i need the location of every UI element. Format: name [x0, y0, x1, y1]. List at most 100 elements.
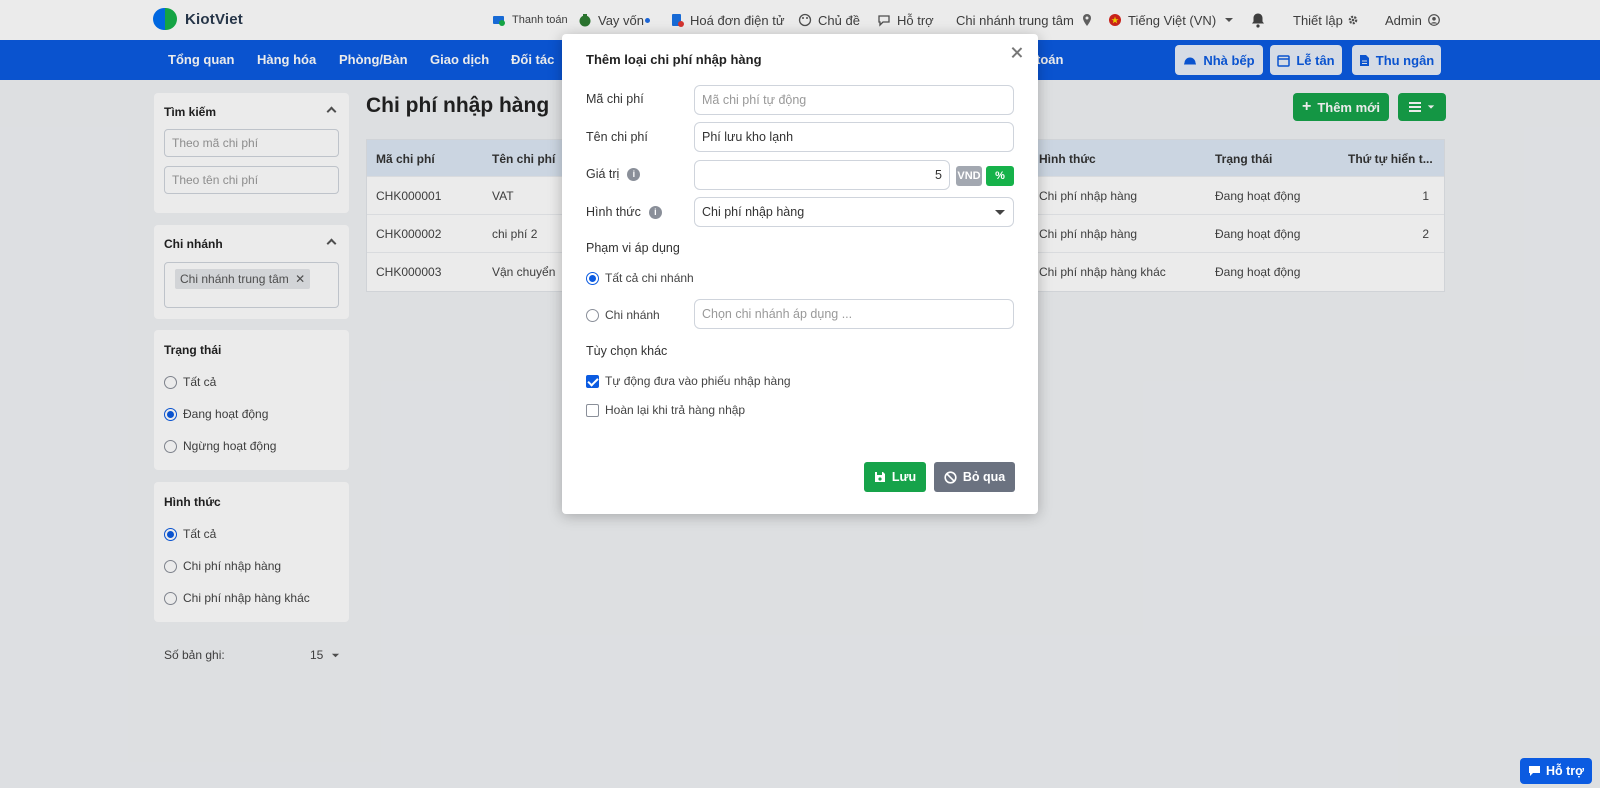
form-option-other-import-cost[interactable]: Chi phí nhập hàng khác — [164, 591, 310, 605]
location-pin-icon — [1082, 14, 1091, 26]
gear-icon — [1348, 15, 1358, 25]
money-bag-icon — [579, 14, 591, 27]
branch-panel-title: Chi nhánh — [164, 237, 223, 251]
table-cell: CHK000002 — [376, 227, 442, 241]
cost-name-label-text: Tên chi phí — [586, 130, 648, 144]
info-icon[interactable]: i — [648, 205, 662, 219]
notifications-button[interactable] — [1250, 0, 1272, 40]
logo-text: KiotViet — [185, 10, 243, 28]
radio-button[interactable] — [164, 439, 177, 453]
calendar-icon — [1277, 54, 1291, 67]
column-header[interactable]: Tên chi phí — [492, 152, 555, 166]
auto-add-label: Tự động đưa vào phiếu nhập hàng — [605, 374, 791, 388]
add-new-button[interactable]: + Thêm mới — [1293, 93, 1389, 121]
records-per-page-select[interactable]: 15 — [310, 648, 340, 662]
info-icon[interactable]: i — [627, 167, 641, 181]
table-cell: Vận chuyển — [492, 265, 556, 279]
nav-rooms-tables[interactable]: Phòng/Bàn — [339, 52, 408, 67]
settings-menu[interactable]: Thiết lập — [1293, 0, 1365, 40]
add-new-button-label: Thêm mới — [1317, 99, 1381, 115]
topnav-payment[interactable]: Thanh toán — [492, 0, 568, 40]
table-cell: chi phí 2 — [492, 227, 538, 241]
document-icon — [1359, 54, 1369, 66]
settings-label: Thiết lập — [1293, 12, 1343, 28]
status-option-label: Đang hoạt động — [183, 407, 269, 421]
nav-transactions[interactable]: Giao dịch — [430, 52, 489, 67]
branch-tag-input[interactable]: Chi nhánh trung tâm ✕ — [164, 262, 339, 308]
table-cell: Đang hoạt động — [1215, 189, 1301, 203]
value-input[interactable]: 5 — [694, 160, 950, 190]
refund-label: Hoàn lại khi trả hàng nhập — [605, 403, 746, 417]
save-button[interactable]: Lưu — [864, 462, 926, 492]
checkbox[interactable] — [586, 403, 599, 417]
form-option-import-cost[interactable]: Chi phí nhập hàng — [164, 559, 281, 573]
form-option-label: Tất cả — [183, 527, 217, 541]
topnav-loan-label: Vay vốn — [598, 12, 645, 28]
user-menu[interactable]: Admin — [1385, 0, 1446, 40]
search-name-input[interactable]: Theo tên chi phí — [164, 166, 339, 194]
radio-button-selected[interactable] — [586, 271, 599, 285]
caret-down-icon — [1225, 18, 1234, 22]
checkbox-checked[interactable] — [586, 374, 599, 388]
branch-tag-label: Chi nhánh trung tâm — [180, 272, 289, 286]
nav-accounting-partial[interactable]: toán — [1036, 52, 1063, 67]
status-option-inactive[interactable]: Ngừng hoạt động — [164, 439, 276, 453]
chat-bubble-icon — [1528, 766, 1540, 776]
value-label-text: Giá trị — [586, 167, 620, 181]
close-icon[interactable] — [1010, 46, 1024, 60]
caret-down-icon — [995, 210, 1005, 215]
radio-button[interactable] — [164, 375, 177, 389]
table-cell: 2 — [1422, 227, 1429, 241]
form-option-all[interactable]: Tất cả — [164, 527, 216, 541]
remove-tag-icon[interactable]: ✕ — [295, 272, 305, 286]
cost-name-input[interactable]: Phí lưu kho lạnh — [694, 122, 1014, 152]
nav-partners[interactable]: Đối tác — [511, 52, 554, 67]
caret-down-icon — [1427, 105, 1435, 109]
kitchen-button[interactable]: Nhà bếp — [1175, 45, 1263, 75]
status-option-all[interactable]: Tất cả — [164, 375, 216, 389]
column-header[interactable]: Thứ tự hiển t... — [1348, 152, 1433, 166]
radio-button-selected[interactable] — [164, 407, 177, 421]
unit-vnd-toggle[interactable]: VND — [956, 166, 982, 186]
plus-icon: + — [1301, 98, 1312, 115]
table-cell: 1 — [1422, 189, 1429, 203]
language-label: Tiếng Việt (VN) — [1128, 12, 1217, 28]
column-header[interactable]: Trạng thái — [1215, 152, 1272, 166]
column-options-button[interactable] — [1398, 93, 1446, 121]
branch-tag: Chi nhánh trung tâm ✕ — [175, 269, 311, 289]
unit-percent-toggle[interactable]: % — [986, 166, 1014, 186]
scope-specific-branch[interactable]: Chi nhánh — [586, 308, 660, 322]
column-header[interactable]: Mã chi phí — [376, 152, 435, 166]
column-header[interactable]: Hình thức — [1039, 152, 1096, 166]
form-select[interactable]: Chi phí nhập hàng — [694, 197, 1014, 227]
status-option-active[interactable]: Đang hoạt động — [164, 407, 268, 421]
collapse-icon[interactable] — [326, 238, 337, 249]
user-label: Admin — [1385, 12, 1422, 28]
save-button-label: Lưu — [891, 470, 917, 484]
other-options-label: Tùy chọn khác — [586, 344, 668, 358]
radio-button[interactable] — [164, 591, 177, 605]
refund-option[interactable]: Hoàn lại khi trả hàng nhập — [586, 403, 745, 417]
cost-code-input[interactable]: Mã chi phí tự động — [694, 85, 1014, 115]
radio-button-selected[interactable] — [164, 527, 177, 541]
scope-all-branches[interactable]: Tất cả chi nhánh — [586, 271, 694, 285]
form-option-label: Chi phí nhập hàng khác — [183, 591, 310, 605]
scope-all-label: Tất cả chi nhánh — [605, 271, 694, 285]
table-cell: Đang hoạt động — [1215, 265, 1301, 279]
cashier-button[interactable]: Thu ngân — [1352, 45, 1441, 75]
nav-products[interactable]: Hàng hóa — [257, 52, 316, 67]
form-type-panel-title: Hình thức — [164, 495, 221, 509]
kiotviet-logo[interactable]: KiotViet — [153, 6, 243, 32]
radio-button[interactable] — [586, 308, 599, 322]
nav-overview[interactable]: Tổng quan — [168, 52, 234, 67]
radio-button[interactable] — [164, 559, 177, 573]
collapse-icon[interactable] — [326, 106, 337, 117]
search-code-input[interactable]: Theo mã chi phí — [164, 129, 339, 157]
floating-support-button[interactable]: Hỗ trợ — [1520, 758, 1592, 784]
skip-button[interactable]: Bỏ qua — [934, 462, 1015, 492]
auto-add-option[interactable]: Tự động đưa vào phiếu nhập hàng — [586, 374, 791, 388]
branch-select-input[interactable]: Chọn chi nhánh áp dụng ... — [694, 299, 1014, 329]
reception-button[interactable]: Lễ tân — [1270, 45, 1342, 75]
dialog-title: Thêm loại chi phí nhập hàng — [586, 52, 762, 67]
language-selector[interactable]: Tiếng Việt (VN) — [1108, 0, 1240, 40]
